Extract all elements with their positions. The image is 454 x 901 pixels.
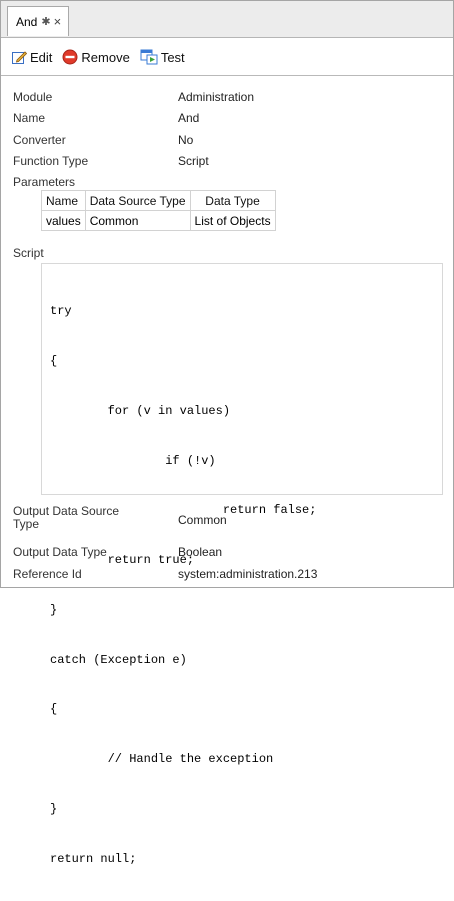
param-name-cell: values	[41, 210, 86, 231]
column-header-data-type: Data Type	[189, 190, 276, 211]
output-data-type-label: Output Data Type	[13, 545, 107, 559]
column-header-name: Name	[41, 190, 86, 211]
tab-bar: And ✱ ×	[1, 1, 453, 38]
converter-value: No	[178, 133, 194, 147]
function-type-value: Script	[178, 154, 209, 168]
output-data-source-type-label: Output Data Source Type	[13, 505, 153, 531]
edit-button[interactable]: Edit	[11, 49, 52, 65]
code-line: try	[50, 304, 72, 319]
toolbar: Edit Remove Test	[1, 39, 453, 76]
code-line: return null;	[50, 851, 137, 866]
module-value: Administration	[178, 90, 255, 104]
function-type-label: Function Type	[13, 154, 89, 168]
test-label: Test	[160, 49, 185, 65]
code-line: // Handle the exception	[50, 752, 274, 767]
name-value: And	[178, 111, 200, 125]
output-data-source-type-value: Common	[178, 513, 227, 527]
converter-label: Converter	[13, 133, 66, 147]
script-code-box: try { for (v in values) if (!v) return f…	[41, 263, 443, 866]
remove-label: Remove	[81, 49, 130, 65]
tab-and[interactable]: And ✱ ×	[7, 6, 69, 36]
remove-button[interactable]: Remove	[62, 49, 130, 65]
edit-icon	[12, 51, 27, 64]
parameters-label: Parameters	[13, 175, 76, 189]
name-label: Name	[13, 111, 46, 125]
output-data-source-type-label-line1: Output Data Source	[13, 504, 120, 518]
reference-id-label: Reference Id	[13, 567, 82, 581]
code-line: }	[50, 802, 58, 816]
code-line: {	[50, 353, 58, 368]
reference-id-value: system:administration.213	[178, 567, 318, 581]
parameters-header-row: Name Data Source Type Data Type	[41, 190, 276, 211]
edit-label: Edit	[30, 49, 53, 65]
code-line: for (v in values)	[50, 403, 231, 418]
code-line: }	[50, 602, 58, 617]
module-label: Module	[13, 90, 53, 104]
param-data-type-cell: List of Objects	[189, 210, 276, 231]
code-line: {	[50, 702, 58, 717]
code-line: if (!v)	[50, 453, 216, 468]
script-label: Script	[13, 246, 44, 260]
parameters-table: Name Data Source Type Data Type values C…	[41, 190, 276, 231]
tab-title: And	[16, 14, 38, 29]
remove-icon	[62, 49, 78, 65]
pin-icon[interactable]: ✱	[41, 15, 50, 28]
code-line: catch (Exception e)	[50, 652, 187, 667]
output-data-source-type-label-line2: Type	[13, 517, 40, 531]
output-data-type-value: Boolean	[178, 545, 223, 559]
table-row[interactable]: values Common List of Objects	[41, 210, 276, 231]
param-data-source-type-cell: Common	[84, 210, 191, 231]
close-icon[interactable]: ×	[54, 14, 62, 29]
test-button[interactable]: Test	[140, 49, 185, 65]
column-header-data-source-type: Data Source Type	[84, 190, 191, 211]
test-icon	[140, 49, 158, 65]
function-panel: And ✱ × Edit Remove Test Module Administ…	[0, 0, 454, 866]
